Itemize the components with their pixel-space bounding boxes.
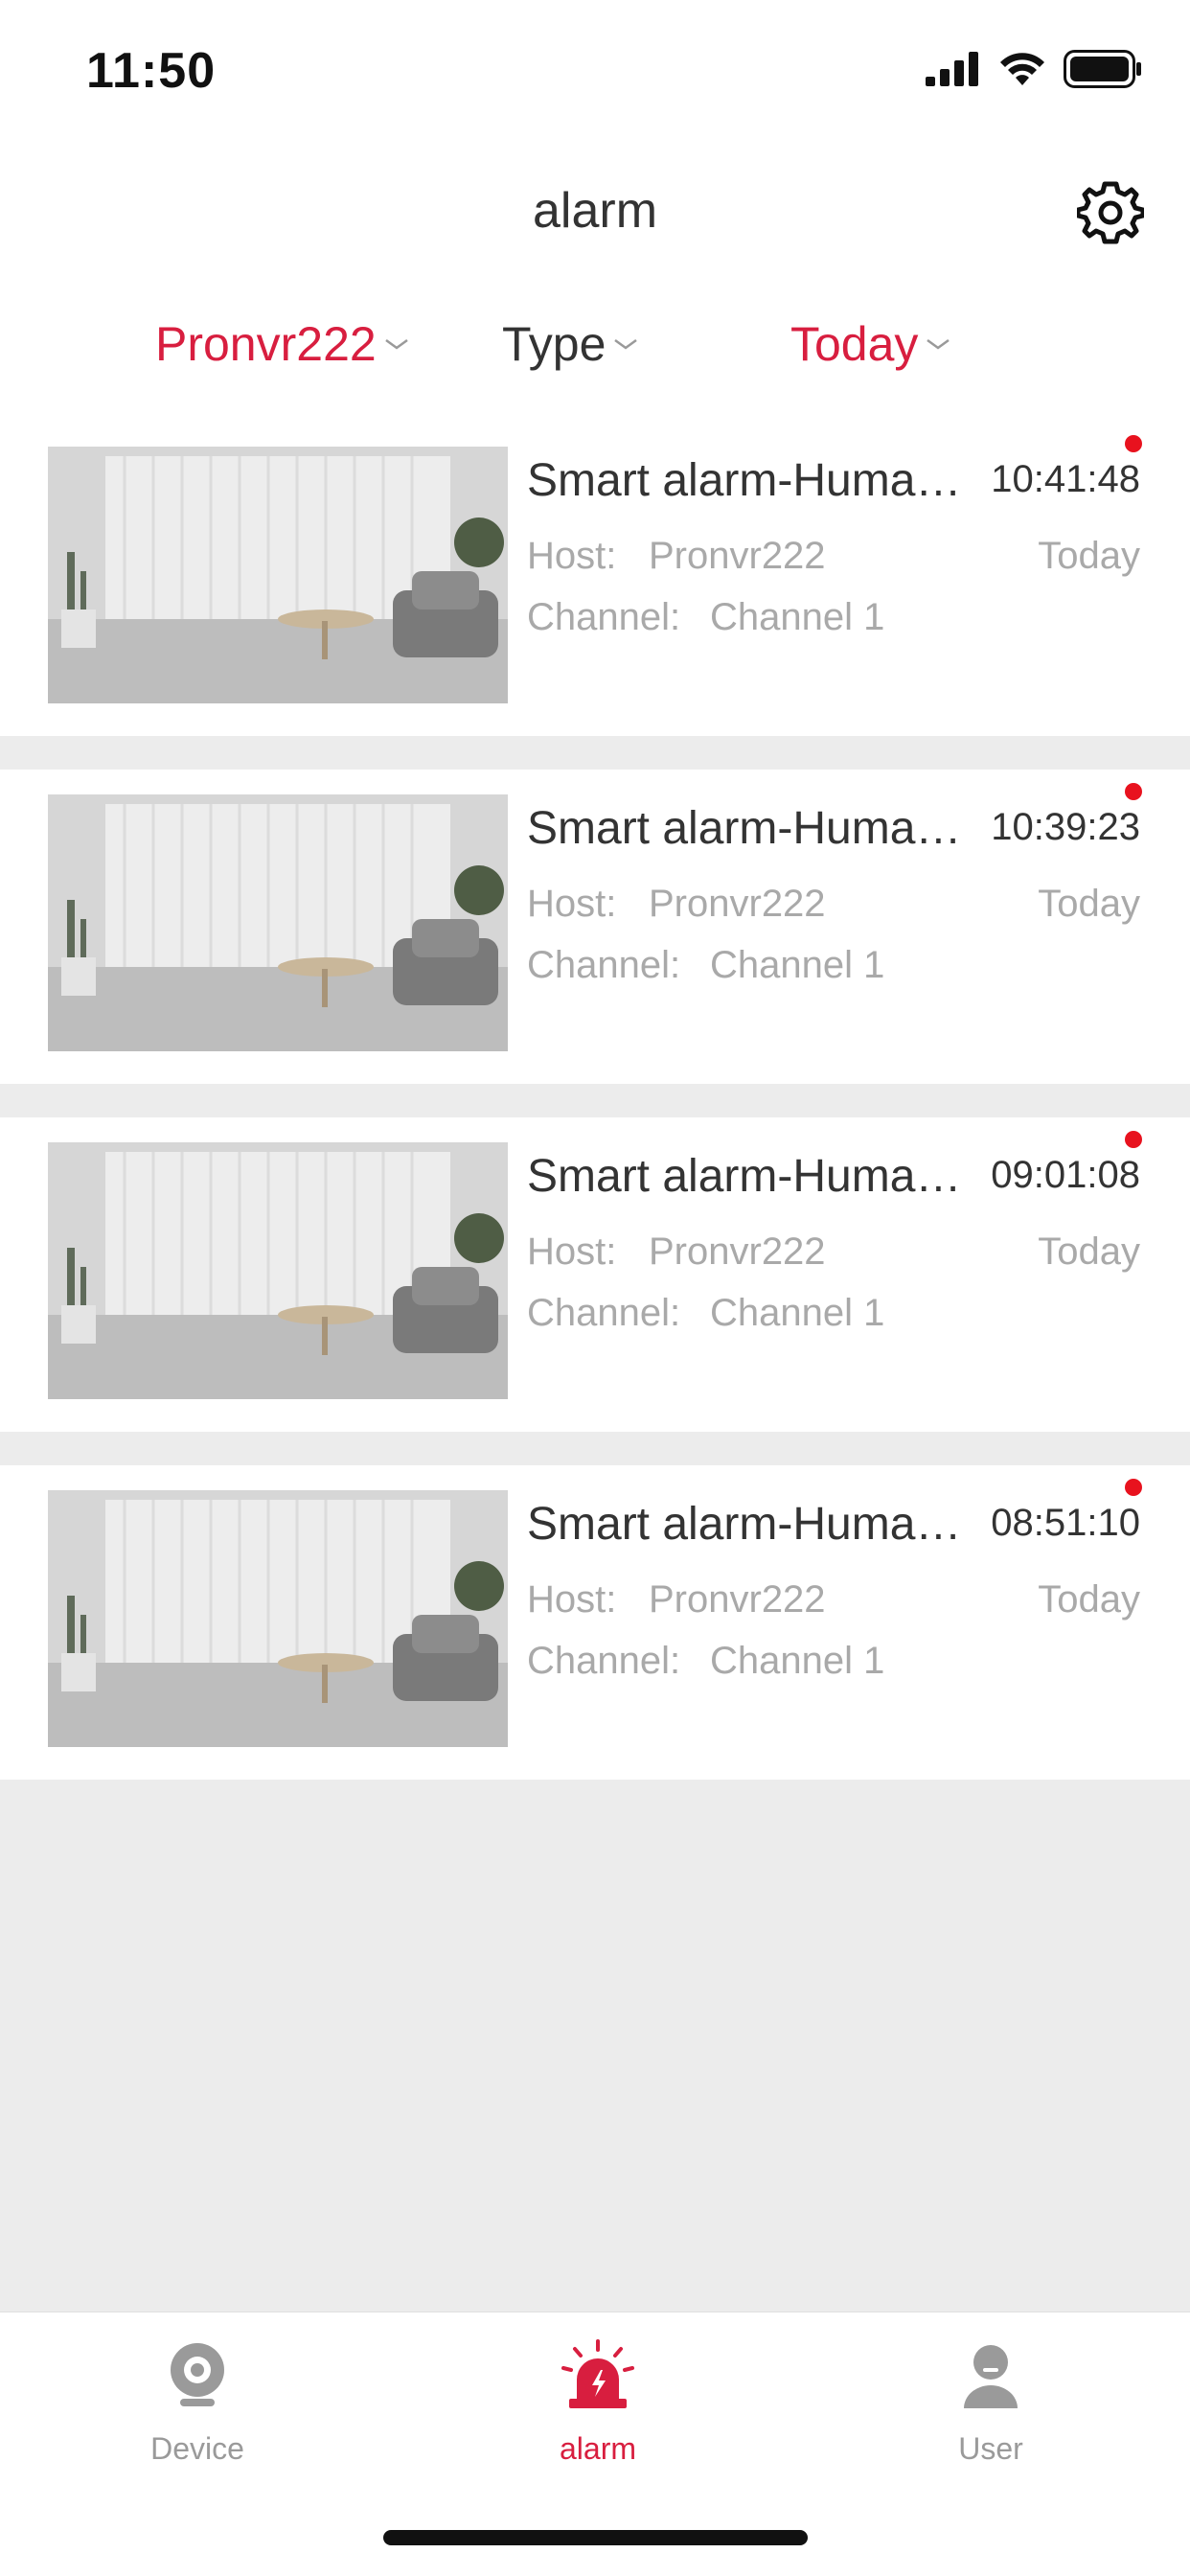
alarm-item[interactable]: Smart alarm-Human detection 09:01:08 Hos…	[0, 1117, 1190, 1432]
alarm-channel-row: Channel: Channel 1	[527, 1292, 884, 1335]
alarm-title: Smart alarm-Human detection	[527, 1499, 973, 1550]
user-icon	[964, 2345, 1018, 2408]
chevron-down-icon	[614, 338, 638, 350]
siren-icon	[561, 2339, 634, 2408]
status-bar: 11:50	[0, 0, 1190, 144]
type-filter-label: Type	[502, 317, 606, 371]
alarm-host-row: Host: Pronvr222	[527, 1578, 826, 1622]
host-label: Host:	[527, 883, 617, 925]
host-label: Host:	[527, 535, 617, 577]
filter-bar: Pronvr222 Type Today	[0, 278, 1190, 422]
unread-dot	[1125, 1131, 1142, 1148]
battery-icon	[1064, 50, 1141, 88]
alarm-time: 10:41:48	[991, 458, 1140, 500]
channel-value: Channel 1	[710, 944, 885, 986]
host-label: Host:	[527, 1578, 617, 1621]
alarm-title: Smart alarm-Human detection	[527, 1151, 973, 1202]
tab-device[interactable]: Device	[92, 2337, 303, 2467]
alarm-snapshot[interactable]	[48, 447, 508, 703]
alarm-host-row: Host: Pronvr222	[527, 1230, 826, 1274]
alarm-time: 10:39:23	[991, 806, 1140, 848]
host-value: Pronvr222	[649, 1230, 826, 1273]
header: alarm	[0, 144, 1190, 278]
alarm-host-row: Host: Pronvr222	[527, 883, 826, 926]
chevron-down-icon	[927, 338, 950, 350]
host-filter[interactable]: Pronvr222	[155, 316, 409, 372]
host-value: Pronvr222	[649, 883, 826, 925]
host-value: Pronvr222	[649, 1578, 826, 1621]
camera-icon	[171, 2343, 224, 2406]
alarm-page: 11:50 alarm Pronvr222 Type Today Smart a…	[0, 0, 1190, 2576]
alarm-time: 08:51:10	[991, 1502, 1140, 1544]
alarm-channel-row: Channel: Channel 1	[527, 1640, 884, 1683]
alarm-snapshot[interactable]	[48, 1490, 508, 1747]
status-time: 11:50	[86, 43, 217, 99]
host-value: Pronvr222	[649, 535, 826, 577]
alarm-snapshot[interactable]	[48, 1142, 508, 1399]
host-label: Host:	[527, 1230, 617, 1273]
alarm-channel-row: Channel: Channel 1	[527, 596, 884, 639]
host-filter-label: Pronvr222	[155, 317, 377, 371]
unread-dot	[1125, 435, 1142, 452]
alarm-date: Today	[1038, 1230, 1140, 1273]
alarm-time: 09:01:08	[991, 1154, 1140, 1196]
alarm-title: Smart alarm-Human detection	[527, 803, 973, 854]
date-filter[interactable]: Today	[790, 316, 950, 372]
tab-device-label: Device	[150, 2431, 244, 2466]
alarm-date: Today	[1038, 535, 1140, 577]
alarm-channel-row: Channel: Channel 1	[527, 944, 884, 987]
channel-label: Channel:	[527, 944, 681, 986]
status-icons	[926, 50, 1142, 88]
page-title: alarm	[532, 183, 658, 239]
alarm-item[interactable]: Smart alarm-Human detection 10:39:23 Hos…	[0, 770, 1190, 1084]
tab-alarm-label: alarm	[559, 2431, 636, 2466]
alarm-date: Today	[1038, 1578, 1140, 1621]
signal-icon	[926, 52, 978, 86]
unread-dot	[1125, 783, 1142, 800]
channel-label: Channel:	[527, 596, 681, 638]
date-filter-label: Today	[790, 317, 919, 371]
tab-user[interactable]: User	[885, 2337, 1096, 2467]
alarm-item[interactable]: Smart alarm-Human detection 10:41:48 Hos…	[0, 422, 1190, 736]
unread-dot	[1125, 1479, 1142, 1496]
tab-user-label: User	[958, 2431, 1023, 2466]
tab-alarm[interactable]: alarm	[492, 2337, 703, 2467]
chevron-down-icon	[384, 338, 408, 350]
channel-label: Channel:	[527, 1292, 681, 1334]
alarm-snapshot[interactable]	[48, 794, 508, 1051]
channel-value: Channel 1	[710, 1640, 885, 1682]
settings-icon[interactable]	[1077, 178, 1144, 245]
alarm-host-row: Host: Pronvr222	[527, 535, 826, 578]
wifi-icon	[1000, 53, 1044, 85]
alarm-item[interactable]: Smart alarm-Human detection 08:51:10 Hos…	[0, 1465, 1190, 1780]
channel-value: Channel 1	[710, 596, 885, 638]
alarm-list: Smart alarm-Human detection 10:41:48 Hos…	[0, 422, 1190, 1813]
type-filter[interactable]: Type	[502, 316, 638, 372]
home-indicator	[383, 2530, 808, 2545]
alarm-date: Today	[1038, 883, 1140, 925]
channel-value: Channel 1	[710, 1292, 885, 1334]
channel-label: Channel:	[527, 1640, 681, 1682]
alarm-title: Smart alarm-Human detection	[527, 455, 973, 506]
